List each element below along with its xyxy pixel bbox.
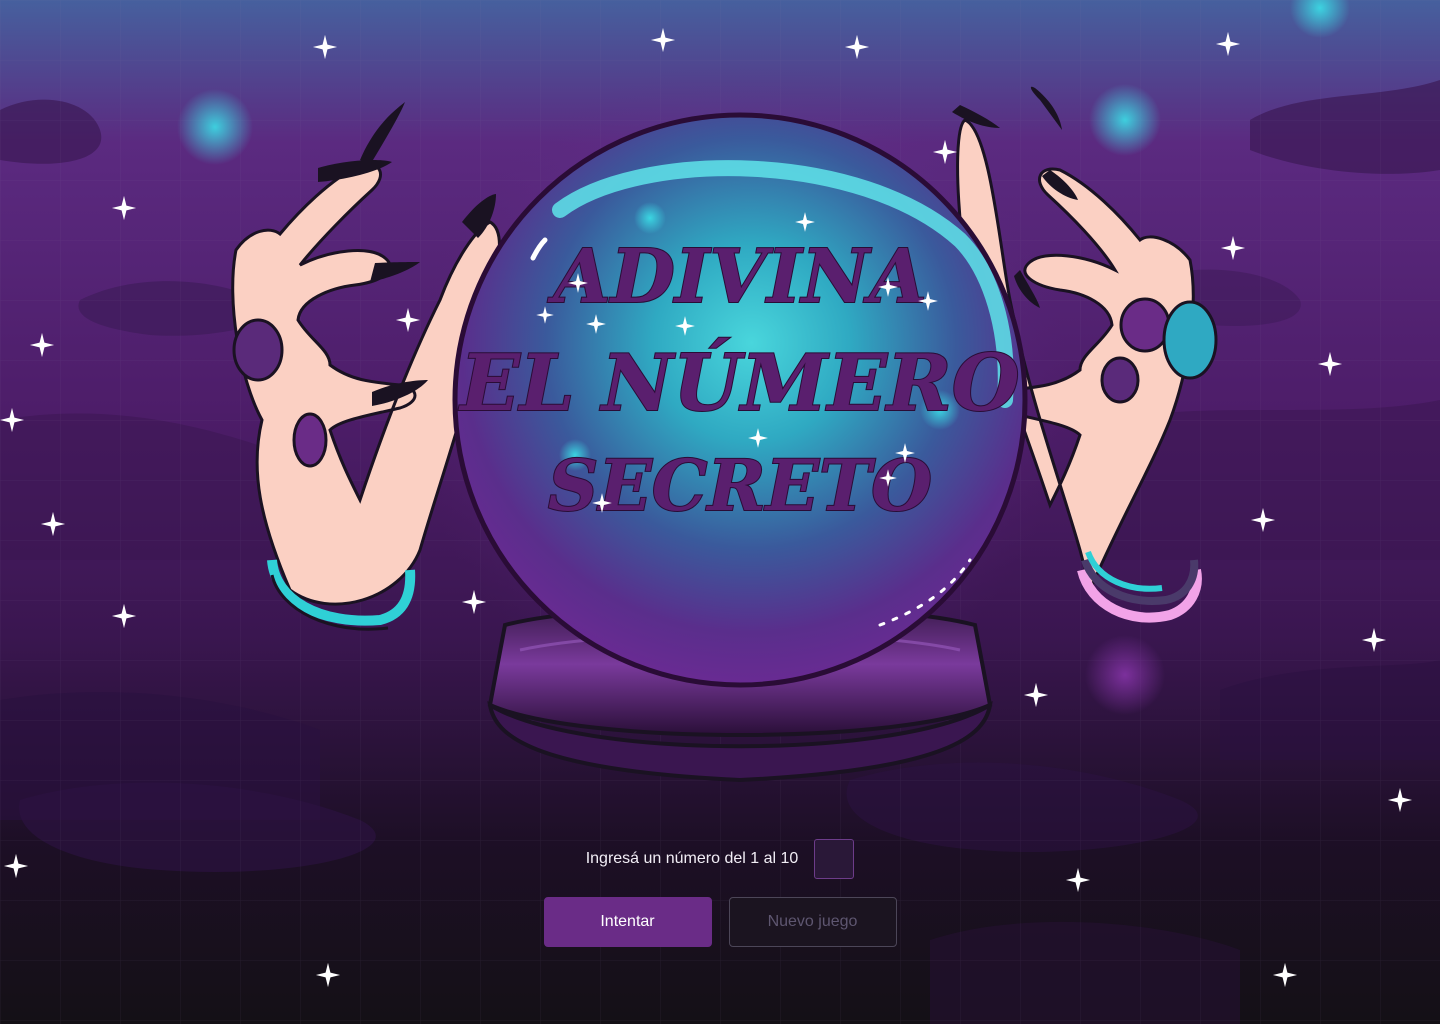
guess-prompt-label: Ingresá un número del 1 al 10 (585, 850, 799, 867)
title-line-3: SECRETO (548, 444, 932, 527)
new-game-button[interactable]: Nuevo juego (728, 897, 897, 947)
glow-orb (177, 89, 253, 165)
guess-input-row: Ingresá un número del 1 al 10 (0, 836, 1440, 882)
glow-orb (1089, 84, 1161, 156)
title-line-1: ADIVINA (547, 234, 926, 320)
glow-orb (1085, 635, 1165, 715)
try-button[interactable]: Intentar (543, 897, 712, 947)
guess-number-input[interactable] (814, 839, 855, 879)
action-buttons: Intentar Nuevo juego (0, 897, 1440, 947)
game-screen: ADIVINA EL NÚMERO SECRETO Ingresá un núm… (0, 0, 1440, 1024)
title-line-2: EL NÚMERO (458, 337, 1019, 429)
game-controls: Ingresá un número del 1 al 10 Intentar N… (0, 836, 1440, 947)
